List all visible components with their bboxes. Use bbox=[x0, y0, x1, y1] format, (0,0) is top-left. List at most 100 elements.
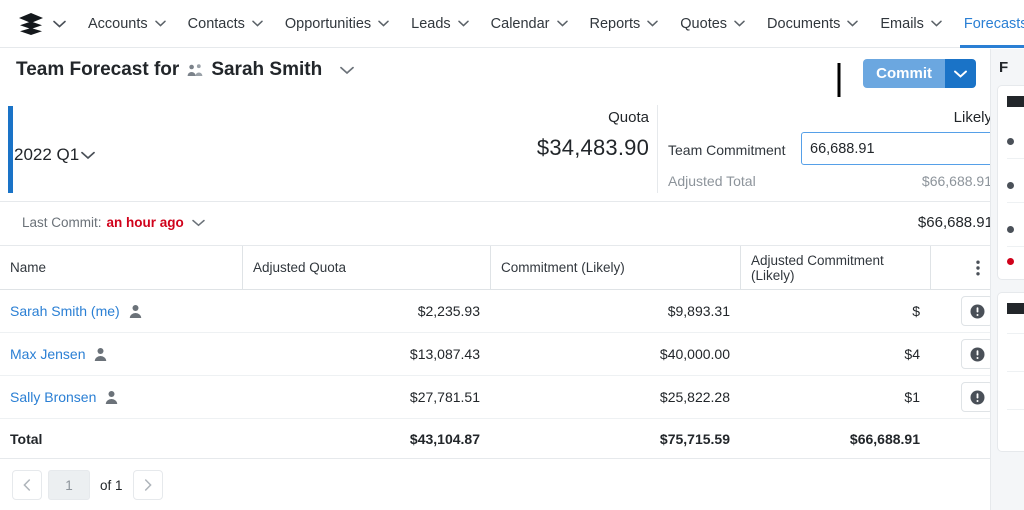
total-adjusted-quota: $43,104.87 bbox=[242, 417, 490, 460]
right-panel-card[interactable] bbox=[997, 85, 1024, 280]
row-name-link[interactable]: Max Jensen bbox=[10, 346, 85, 362]
chevron-down-icon[interactable] bbox=[458, 20, 469, 27]
nav-tab-contacts-label: Contacts bbox=[188, 16, 245, 32]
table-total-row: Total $43,104.87 $75,715.59 $66,688.91 bbox=[0, 419, 1024, 459]
quota-label: Quota bbox=[430, 109, 649, 126]
divider bbox=[1007, 246, 1024, 247]
nav-tab-leads[interactable]: Leads bbox=[411, 0, 469, 48]
divider bbox=[1007, 371, 1024, 372]
divider bbox=[1007, 333, 1024, 334]
forecast-summary-band: 2022 Q1 Quota $34,483.90 Likely Team Com… bbox=[0, 97, 1024, 202]
last-commit-row: Last Commit: an hour ago $66,688.91 bbox=[0, 202, 1024, 246]
column-header-adjusted-quota[interactable]: Adjusted Quota bbox=[242, 246, 490, 290]
team-commitment-label: Team Commitment bbox=[668, 142, 785, 158]
nav-tab-contacts[interactable]: Contacts bbox=[188, 0, 263, 48]
last-commit-label: Last Commit: bbox=[22, 215, 102, 230]
chevron-down-icon[interactable] bbox=[557, 20, 568, 27]
nav-tab-documents-label: Documents bbox=[767, 16, 840, 32]
page-title-chevron-down-icon[interactable] bbox=[340, 59, 354, 81]
column-header-name[interactable]: Name bbox=[0, 246, 242, 290]
nav-tab-emails-label: Emails bbox=[880, 16, 924, 32]
right-panel-item-icon bbox=[1007, 138, 1014, 145]
nav-tab-quotes-label: Quotes bbox=[680, 16, 727, 32]
nav-tab-accounts[interactable]: Accounts bbox=[88, 0, 166, 48]
pagination-prev-chevron-left-icon[interactable] bbox=[12, 470, 42, 500]
divider bbox=[1007, 158, 1024, 159]
person-icon bbox=[129, 304, 142, 318]
table-header-row: Name Adjusted Quota Commitment (Likely) … bbox=[0, 246, 1024, 290]
column-header-commitment-likely[interactable]: Commitment (Likely) bbox=[490, 246, 740, 290]
quota-value: $34,483.90 bbox=[430, 135, 649, 161]
top-navigation-bar: Accounts Contacts Opportunities Leads Ca… bbox=[0, 0, 1024, 48]
column-header-adjusted-commitment[interactable]: Adjusted Commitment (Likely) bbox=[740, 246, 930, 290]
right-panel-card-heading bbox=[1007, 96, 1024, 107]
row-name-link[interactable]: Sarah Smith (me) bbox=[10, 303, 120, 319]
app-logo-group[interactable] bbox=[18, 12, 66, 36]
right-panel-item-icon bbox=[1007, 182, 1014, 189]
divider bbox=[1007, 409, 1024, 410]
person-icon bbox=[105, 390, 118, 404]
cell-commitment-likely: $9,893.31 bbox=[490, 290, 740, 333]
table-row[interactable]: Sally Bronsen $27,781.51 $25,822.28 $1 bbox=[0, 376, 1024, 419]
last-commit-value: an hour ago bbox=[107, 215, 184, 230]
chevron-down-icon[interactable] bbox=[155, 20, 166, 27]
right-panel-title: F bbox=[999, 59, 1008, 76]
adjusted-total-value: $66,688.91 bbox=[922, 173, 992, 189]
last-commit-total: $66,688.91 bbox=[918, 214, 993, 231]
cell-name[interactable]: Max Jensen bbox=[0, 333, 242, 376]
commit-dropdown-chevron-down-icon[interactable] bbox=[945, 59, 976, 88]
cell-commitment-likely: $40,000.00 bbox=[490, 333, 740, 376]
total-commitment-likely: $75,715.59 bbox=[490, 417, 740, 460]
pagination-next-chevron-right-icon[interactable] bbox=[133, 470, 163, 500]
likely-column-label: Likely bbox=[954, 109, 992, 126]
cell-adjusted-quota: $2,235.93 bbox=[242, 290, 490, 333]
pagination-current-page[interactable]: 1 bbox=[48, 470, 90, 500]
last-commit-chevron-down-icon[interactable] bbox=[192, 215, 205, 230]
layers-stack-icon bbox=[18, 12, 44, 36]
table-row[interactable]: Max Jensen $13,087.43 $40,000.00 $4 bbox=[0, 333, 1024, 376]
row-name-link[interactable]: Sally Bronsen bbox=[10, 389, 96, 405]
right-panel-alert-icon bbox=[1007, 258, 1014, 265]
chevron-down-icon[interactable] bbox=[734, 20, 745, 27]
nav-tab-emails[interactable]: Emails bbox=[880, 0, 942, 48]
nav-tab-opportunities[interactable]: Opportunities bbox=[285, 0, 389, 48]
nav-tab-forecasts[interactable]: Forecasts bbox=[964, 0, 1024, 48]
nav-tab-accounts-label: Accounts bbox=[88, 16, 148, 32]
nav-tab-documents[interactable]: Documents bbox=[767, 0, 858, 48]
chevron-down-icon[interactable] bbox=[931, 20, 942, 27]
nav-tab-reports[interactable]: Reports bbox=[590, 0, 659, 48]
cell-name[interactable]: Sally Bronsen bbox=[0, 376, 242, 419]
info-exclamation-icon[interactable] bbox=[961, 339, 993, 369]
commitment-column: Likely Team Commitment Adjusted Total $6… bbox=[668, 105, 998, 193]
nav-tab-quotes[interactable]: Quotes bbox=[680, 0, 745, 48]
person-icon bbox=[94, 347, 107, 361]
people-group-icon bbox=[187, 63, 204, 77]
right-panel-item-icon bbox=[1007, 226, 1014, 233]
nav-tab-calendar-label: Calendar bbox=[491, 16, 550, 32]
logo-chevron-down-icon[interactable] bbox=[53, 15, 66, 33]
period-chevron-down-icon[interactable] bbox=[81, 145, 95, 165]
table-row[interactable]: Sarah Smith (me) $2,235.93 $9,893.31 $ bbox=[0, 290, 1024, 333]
cell-commitment-likely: $25,822.28 bbox=[490, 376, 740, 419]
period-selector[interactable]: 2022 Q1 bbox=[14, 145, 95, 165]
chevron-down-icon[interactable] bbox=[252, 20, 263, 27]
chevron-down-icon[interactable] bbox=[378, 20, 389, 27]
last-commit-info: Last Commit: an hour ago bbox=[22, 215, 205, 230]
nav-tab-reports-label: Reports bbox=[590, 16, 641, 32]
page-title-prefix: Team Forecast for bbox=[16, 59, 179, 81]
team-commitment-input[interactable] bbox=[801, 132, 993, 165]
cell-adjusted-quota: $13,087.43 bbox=[242, 333, 490, 376]
cell-name[interactable]: Sarah Smith (me) bbox=[0, 290, 242, 333]
right-panel-card[interactable] bbox=[997, 292, 1024, 452]
chevron-down-icon[interactable] bbox=[647, 20, 658, 27]
forecast-table: Name Adjusted Quota Commitment (Likely) … bbox=[0, 246, 1024, 459]
commit-button[interactable]: Commit bbox=[863, 59, 945, 88]
cell-adjusted-commitment: $ bbox=[740, 290, 930, 333]
nav-tab-calendar[interactable]: Calendar bbox=[491, 0, 568, 48]
chevron-down-icon[interactable] bbox=[847, 20, 858, 27]
info-exclamation-icon[interactable] bbox=[961, 382, 993, 412]
quota-column: Quota $34,483.90 bbox=[430, 105, 658, 193]
page-header: Team Forecast for Sarah Smith Commit » bbox=[0, 49, 1024, 97]
info-exclamation-icon[interactable] bbox=[961, 296, 993, 326]
commit-split-button[interactable]: Commit bbox=[863, 59, 976, 88]
